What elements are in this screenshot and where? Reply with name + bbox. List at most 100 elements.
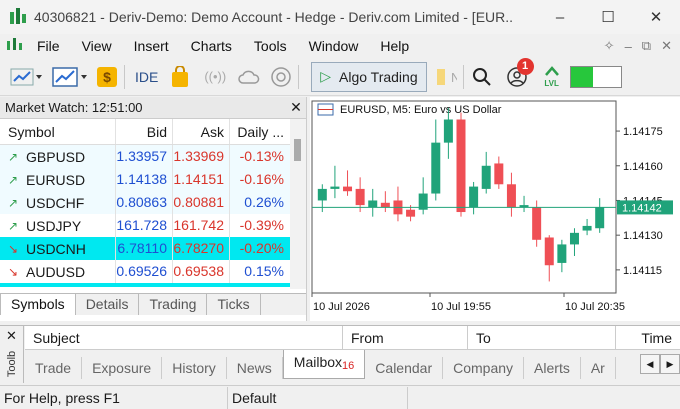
tab-exposure[interactable]: Exposure [82,357,163,379]
ask-cell: 161.742 [173,214,230,237]
menu-tools[interactable]: Tools [243,34,298,58]
menu-bar: File View Insert Charts Tools Window Hel… [0,34,680,58]
algo-trading-button[interactable]: ▷ Algo Trading [311,61,427,92]
tab-history[interactable]: History [162,357,227,379]
toolbar-separator [124,64,125,89]
symbol-name: AUDUSD [26,263,86,280]
market-watch-row-partial [0,283,290,287]
chart-window[interactable]: EURUSD, M5: Euro vs US Dollar 1.14175 1.14… [310,97,680,321]
candle-body [582,225,592,231]
candlestick-chart[interactable]: EURUSD, M5: Euro vs US Dollar 1.14175 1.14… [310,97,680,321]
chart-window-icon[interactable] [0,34,26,58]
candle-body [406,209,416,217]
market-watch-row[interactable]: ↗ USDJPY 161.728 161.742 -0.39% [0,214,290,237]
symbol-name: USDJPY [26,217,82,234]
bid-cell: 161.728 [116,214,173,237]
symbol-cell[interactable]: ↗ GBPUSD [0,145,116,168]
column-ask[interactable]: Ask [173,119,230,144]
tab-trading[interactable]: Trading [139,294,208,315]
market-button[interactable] [170,62,190,92]
candle-body [368,200,378,208]
line-chart-button[interactable] [10,62,44,92]
tab-ticks[interactable]: Ticks [207,294,261,315]
column-subject[interactable]: Subject [25,326,343,350]
toolbox-panel: ✕ Toolb Subject From To Time Trade Exposu… [0,325,680,383]
close-button[interactable]: ✕ [632,0,680,34]
tab-news[interactable]: News [227,357,283,379]
column-bid[interactable]: Bid [116,119,173,144]
mailbox-column-headers: Subject From To Time [25,326,680,350]
chart-templates-button[interactable] [52,62,90,92]
tab-scroll-right-icon[interactable]: ▶ [660,354,680,374]
tab-alerts[interactable]: Alerts [524,357,581,379]
menu-help[interactable]: Help [369,34,420,58]
account-button[interactable]: 1 [506,57,534,92]
new-order-icon: N [436,68,457,85]
market-watch-row[interactable]: ↘ USDCNH 6.78110 6.78270 -0.20% [0,237,290,260]
level-label: LVL [544,79,559,88]
search-button[interactable] [472,62,492,92]
tab-label: Mailbox [293,354,343,370]
svg-text:$: $ [103,69,111,85]
ask-cell: 6.78270 [173,237,230,260]
market-watch-scrollbar[interactable] [290,119,306,289]
toolbox-close-icon[interactable]: ✕ [6,328,17,344]
column-symbol[interactable]: Symbol [0,119,116,144]
symbol-cell[interactable]: ↘ AUDUSD [0,260,116,283]
tab-company[interactable]: Company [443,357,525,379]
tab-calendar[interactable]: Calendar [365,357,444,379]
bid-cell: 1.33957 [116,145,173,168]
market-watch-close-icon[interactable]: ✕ [286,99,306,116]
tab-details[interactable]: Details [76,294,140,315]
market-watch-row[interactable]: ↘ AUDUSD 0.69526 0.69538 0.15% [0,260,290,283]
new-order-button[interactable]: N [435,62,457,92]
status-help-text: For Help, press F1 [0,386,228,409]
market-watch-row[interactable]: ↗ GBPUSD 1.33957 1.33969 -0.13% [0,145,290,168]
tab-mailbox[interactable]: Mailbox16 [282,350,366,379]
candle-body [469,186,479,208]
symbol-cell[interactable]: ↗ EURUSD [0,168,116,191]
ide-button[interactable]: IDE [135,62,158,92]
minimize-button[interactable]: – [536,0,584,34]
level-button[interactable]: LVL [544,62,560,92]
window-title: 40306821 - Deriv-Demo: Demo Account - He… [34,9,514,25]
symbol-cell[interactable]: ↘ USDCNH [0,237,116,260]
x-tick-label: 10 Jul 20:35 [565,301,625,313]
menu-insert[interactable]: Insert [123,34,180,58]
deposit-button[interactable]: $ [96,62,118,92]
signal-icon: ((•)) [204,69,227,84]
tab-ar[interactable]: Ar [581,357,616,379]
child-minimize-icon[interactable]: – [625,39,632,54]
signals-button[interactable]: ((•)) [204,62,226,92]
tab-scroll-left-icon[interactable]: ◀ [640,354,660,374]
market-watch-row[interactable]: ↗ USDCHF 0.80863 0.80881 0.26% [0,191,290,214]
column-daily-change[interactable]: Daily ... [230,119,290,144]
toolbox-side-label: Toolb [6,350,18,378]
maximize-button[interactable]: ☐ [584,0,632,34]
column-to[interactable]: To [468,326,616,350]
symbol-cell[interactable]: ↗ USDJPY [0,214,116,237]
community-button[interactable] [270,62,292,92]
symbol-cell[interactable]: ↗ USDCHF [0,191,116,214]
column-from[interactable]: From [343,326,468,350]
menu-view[interactable]: View [71,34,123,58]
scrollbar-thumb[interactable] [294,139,301,161]
market-watch-row[interactable]: ↗ EURUSD 1.14138 1.14151 -0.16% [0,168,290,191]
menu-charts[interactable]: Charts [180,34,243,58]
cloud-icon [238,70,260,84]
menu-window[interactable]: Window [298,34,370,58]
candle-body [481,165,491,189]
candle-body [595,207,605,229]
tab-trade[interactable]: Trade [25,357,83,379]
tab-symbols[interactable]: Symbols [0,294,76,315]
dollar-icon: $ [97,66,117,87]
menu-file[interactable]: File [26,34,71,58]
daily-change-cell: 0.26% [244,194,284,210]
column-time[interactable]: Time [616,326,680,350]
current-price-label: 1.14142 [622,202,662,214]
child-restore-icon[interactable]: ⧉ [642,38,651,54]
child-close-icon[interactable]: ✕ [661,38,672,54]
pin-icon[interactable]: ✧ [604,38,615,54]
toolbox-sidebar: ✕ Toolb [0,326,24,383]
vps-button[interactable] [238,62,260,92]
